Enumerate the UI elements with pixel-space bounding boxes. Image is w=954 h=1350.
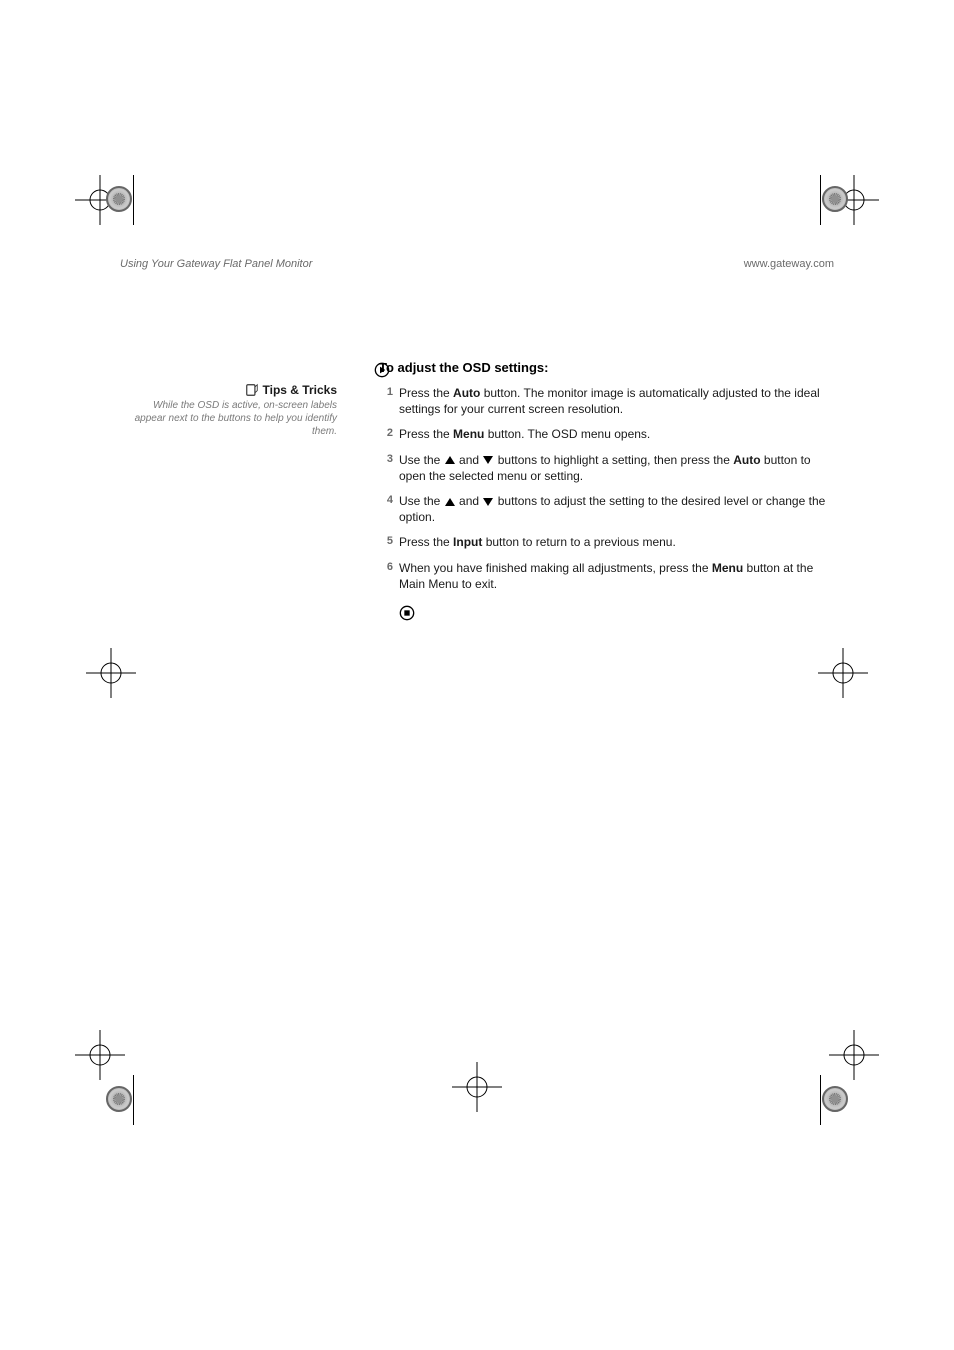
triangle-down-icon	[483, 498, 493, 506]
step-body: Use the and buttons to adjust the settin…	[399, 493, 834, 525]
header-right: www.gateway.com	[744, 258, 834, 270]
step-number: 1	[379, 385, 393, 417]
crop-line	[820, 175, 821, 225]
registration-mark	[86, 648, 136, 698]
tips-header: Tips & Tricks	[120, 383, 337, 397]
step-item: 5 Press the Input button to return to a p…	[379, 534, 834, 550]
step-body: Use the and buttons to highlight a setti…	[399, 452, 834, 484]
step-item: 3Use the and buttons to highlight a sett…	[379, 452, 834, 484]
corner-mark	[822, 186, 848, 212]
stop-icon	[399, 605, 415, 621]
triangle-down-icon	[483, 456, 493, 464]
tips-body: While the OSD is active, on-screen label…	[120, 399, 337, 438]
step-body: Press the Menu button. The OSD menu open…	[399, 426, 834, 442]
registration-mark	[818, 648, 868, 698]
crop-line	[133, 1075, 134, 1125]
step-number: 3	[379, 452, 393, 484]
step-body: When you have finished making all adjust…	[399, 560, 834, 592]
step-item: 1Press the Auto button. The monitor imag…	[379, 385, 834, 417]
step-item: 2 Press the Menu button. The OSD menu ope…	[379, 426, 834, 442]
header-left: Using Your Gateway Flat Panel Monitor	[120, 258, 312, 270]
content-area: Tips & Tricks While the OSD is active, o…	[120, 360, 834, 626]
triangle-up-icon	[445, 456, 455, 464]
steps-list: 1Press the Auto button. The monitor imag…	[355, 385, 834, 592]
registration-mark	[829, 1030, 879, 1080]
step-item: 4Use the and buttons to adjust the setti…	[379, 493, 834, 525]
step-number: 2	[379, 426, 393, 442]
tips-icon	[245, 383, 259, 397]
step-item: 6When you have finished making all adjus…	[379, 560, 834, 592]
main-content: To adjust the OSD settings: 1Press the A…	[355, 360, 834, 626]
step-body: Press the Auto button. The monitor image…	[399, 385, 834, 417]
section-title: To adjust the OSD settings:	[379, 360, 834, 375]
play-icon	[374, 362, 390, 378]
crop-line	[133, 175, 134, 225]
corner-mark	[106, 186, 132, 212]
step-number: 5	[379, 534, 393, 550]
tips-label: Tips & Tricks	[263, 383, 337, 397]
registration-mark	[452, 1062, 502, 1112]
registration-mark	[75, 1030, 125, 1080]
page-header: Using Your Gateway Flat Panel Monitor ww…	[120, 258, 834, 270]
sidebar-tip: Tips & Tricks While the OSD is active, o…	[120, 360, 355, 626]
step-number: 6	[379, 560, 393, 592]
triangle-up-icon	[445, 498, 455, 506]
step-body: Press the Input button to return to a pr…	[399, 534, 834, 550]
step-number: 4	[379, 493, 393, 525]
corner-mark	[106, 1086, 132, 1112]
crop-line	[820, 1075, 821, 1125]
corner-mark	[822, 1086, 848, 1112]
